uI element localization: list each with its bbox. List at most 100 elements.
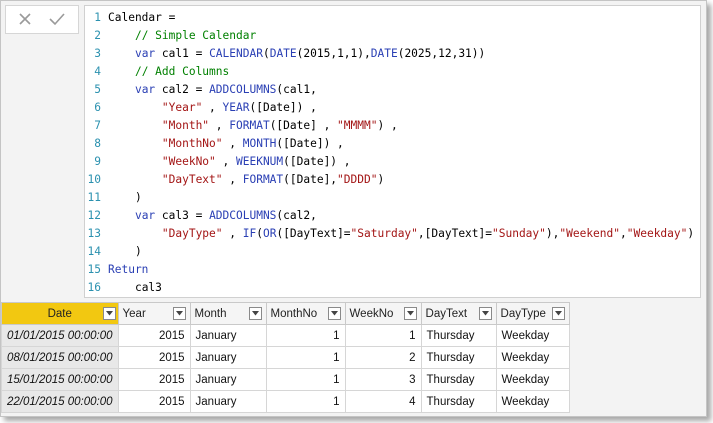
year-cell[interactable]: 2015 xyxy=(117,368,191,391)
close-icon[interactable] xyxy=(18,12,32,26)
dropdown-arrow-icon[interactable] xyxy=(478,307,492,320)
monthno-cell[interactable]: 1 xyxy=(265,368,346,391)
code-line[interactable]: 2 // Simple Calendar xyxy=(85,27,256,45)
dropdown-arrow-icon[interactable] xyxy=(102,307,116,320)
code-token: , xyxy=(222,137,243,150)
date-cell[interactable]: 15/01/2015 00:00:00 xyxy=(1,368,119,391)
weekno-cell[interactable]: 1 xyxy=(344,324,422,347)
code-text: "DayText" , FORMAT([Date],"DDDD") xyxy=(108,171,384,189)
code-line[interactable]: 12 var cal3 = ADDCOLUMNS(cal2, xyxy=(85,207,317,225)
dropdown-arrow-icon[interactable] xyxy=(551,307,565,320)
code-line[interactable]: 9 "WeekNo" , WEEKNUM([Date]) , xyxy=(85,153,350,171)
code-text: ) xyxy=(108,243,142,261)
code-token: ( xyxy=(256,227,263,240)
line-number: 2 xyxy=(94,29,101,42)
code-line[interactable]: 13 "DayType" , IF(OR([DayText]="Saturday… xyxy=(85,225,695,243)
daytype-cell[interactable]: Weekday xyxy=(495,368,570,391)
year-cell[interactable]: 2015 xyxy=(117,324,191,347)
date-cell[interactable]: 22/01/2015 00:00:00 xyxy=(1,390,119,413)
daytext-cell[interactable]: Thursday xyxy=(420,346,497,369)
month-cell[interactable]: January xyxy=(189,324,267,347)
column-header-year[interactable]: Year xyxy=(117,302,191,325)
code-token: OR xyxy=(262,227,277,240)
code-token: , xyxy=(222,173,243,186)
date-cell[interactable]: 08/01/2015 00:00:00 xyxy=(1,346,119,369)
code-token: ([DayText]= xyxy=(276,227,351,240)
code-token: ADDCOLUMNS xyxy=(209,83,277,96)
column-header-daytext[interactable]: DayText xyxy=(420,302,497,325)
code-token: ,[DayText]= xyxy=(417,227,492,240)
weekno-cell[interactable]: 2 xyxy=(344,346,422,369)
code-line[interactable]: 8 "MonthNo" , MONTH([Date]) , xyxy=(85,135,344,153)
column-header-daytype[interactable]: DayType xyxy=(495,302,570,325)
code-text: Calendar = xyxy=(108,9,175,27)
year-cell[interactable]: 2015 xyxy=(117,346,191,369)
column-header-date[interactable]: Date xyxy=(1,302,119,325)
data-table: Date Year Month MonthNo WeekNo DayText D… xyxy=(1,302,570,413)
checkmark-icon[interactable] xyxy=(48,12,66,26)
table-header-row: Date Year Month MonthNo WeekNo DayText D… xyxy=(1,302,570,325)
code-token: Calendar = xyxy=(108,11,176,24)
code-token: ([Date]) , xyxy=(276,137,344,150)
code-line[interactable]: 4 // Add Columns xyxy=(85,63,229,81)
code-line[interactable]: 3 var cal1 = CALENDAR(DATE(2015,1,1),DAT… xyxy=(85,45,485,63)
dropdown-arrow-icon[interactable] xyxy=(172,307,186,320)
column-header-label: WeekNo xyxy=(349,307,394,320)
monthno-cell[interactable]: 1 xyxy=(265,390,346,413)
code-line[interactable]: 10 "DayText" , FORMAT([Date],"DDDD") xyxy=(85,171,385,189)
code-text: cal3 xyxy=(108,279,162,297)
code-token: FORMAT xyxy=(242,173,284,186)
code-text: Return xyxy=(108,261,148,279)
code-line[interactable]: 15 Return xyxy=(85,261,149,279)
daytype-cell[interactable]: Weekday xyxy=(495,346,570,369)
column-header-month[interactable]: Month xyxy=(189,302,267,325)
month-cell[interactable]: January xyxy=(189,368,267,391)
daytype-cell[interactable]: Weekday xyxy=(495,324,570,347)
month-cell[interactable]: January xyxy=(189,390,267,413)
daytype-cell[interactable]: Weekday xyxy=(495,390,570,413)
dropdown-arrow-icon[interactable] xyxy=(403,307,417,320)
dropdown-arrow-icon[interactable] xyxy=(327,307,341,320)
weekno-cell[interactable]: 4 xyxy=(344,390,422,413)
code-line[interactable]: 14 ) xyxy=(85,243,142,261)
code-line[interactable]: 16 cal3 xyxy=(85,279,162,297)
daytext-cell[interactable]: Thursday xyxy=(420,390,497,413)
column-header-monthno[interactable]: MonthNo xyxy=(265,302,346,325)
formula-editor[interactable]: 1 Calendar = 2 // Simple Calendar 3 var cal… xyxy=(84,5,701,298)
code-line[interactable]: 6 "Year" , YEAR([Date]) , xyxy=(85,99,317,117)
monthno-cell[interactable]: 1 xyxy=(265,346,346,369)
code-token: "DayText" xyxy=(161,173,223,186)
line-number: 7 xyxy=(94,119,101,132)
code-line[interactable]: 5 var cal2 = ADDCOLUMNS(cal1, xyxy=(85,81,317,99)
code-token: ([Date], xyxy=(283,173,338,186)
code-token: (cal1, xyxy=(276,83,317,96)
daytext-cell[interactable]: Thursday xyxy=(420,368,497,391)
dropdown-arrow-icon[interactable] xyxy=(248,307,262,320)
code-text: // Simple Calendar xyxy=(108,27,256,45)
formula-actions xyxy=(5,5,79,34)
date-cell[interactable]: 01/01/2015 00:00:00 xyxy=(1,324,119,347)
code-line[interactable]: 7 "Month" , FORMAT([Date] , "MMMM") , xyxy=(85,117,397,135)
code-line[interactable]: 11 ) xyxy=(85,189,142,207)
weekno-cell[interactable]: 3 xyxy=(344,368,422,391)
code-text: "Year" , YEAR([Date]) , xyxy=(108,99,317,117)
code-token: DATE xyxy=(370,47,398,60)
code-line[interactable]: 1 Calendar = xyxy=(85,9,175,27)
daytext-cell[interactable]: Thursday xyxy=(420,324,497,347)
line-number: 3 xyxy=(94,47,101,60)
line-number: 16 xyxy=(87,281,101,294)
year-cell[interactable]: 2015 xyxy=(117,390,191,413)
column-header-weekno[interactable]: WeekNo xyxy=(344,302,422,325)
code-token: ) xyxy=(687,227,695,240)
month-cell[interactable]: January xyxy=(189,346,267,369)
line-number: 4 xyxy=(94,65,101,78)
line-number: 14 xyxy=(87,245,101,258)
monthno-cell[interactable]: 1 xyxy=(265,324,346,347)
line-number: 11 xyxy=(87,191,101,204)
column-header-label: Year xyxy=(122,307,146,320)
